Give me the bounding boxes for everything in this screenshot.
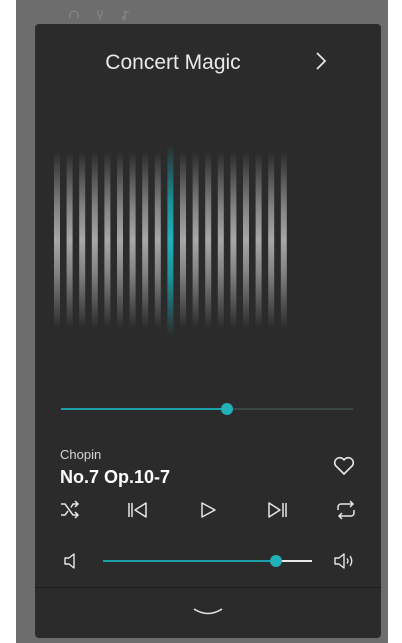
composer-name: Chopin — [60, 447, 102, 462]
visualizer-bar — [104, 152, 111, 328]
playback-progress-slider[interactable] — [61, 401, 353, 417]
chevron-down-icon[interactable] — [191, 604, 225, 622]
volume-high-icon[interactable] — [333, 551, 357, 571]
progress-fill — [61, 408, 228, 410]
visualizer-bar — [54, 152, 60, 328]
visualizer-bar — [91, 152, 98, 328]
shuffle-icon[interactable] — [58, 499, 82, 521]
chevron-right-icon[interactable] — [313, 50, 329, 72]
visualizer-bar — [66, 152, 73, 328]
audio-visualizer — [50, 140, 290, 340]
app-title: Concert Magic — [105, 51, 241, 74]
visualizer-bar — [167, 144, 174, 336]
visualizer-bar — [280, 152, 287, 328]
previous-track-icon[interactable] — [126, 499, 150, 521]
background-icons — [68, 10, 132, 20]
heart-icon[interactable] — [332, 455, 356, 477]
visualizer-bar — [268, 152, 275, 328]
volume-fill — [103, 560, 277, 562]
visualizer-bar — [217, 152, 224, 328]
headphones-icon — [68, 10, 80, 20]
track-title: No.7 Op.10-7 — [60, 467, 171, 487]
tuning-fork-icon — [94, 10, 106, 20]
visualizer-bar — [180, 152, 186, 328]
visualizer-bar — [230, 152, 237, 328]
next-track-icon[interactable] — [265, 499, 289, 521]
footer-divider — [35, 587, 381, 588]
progress-thumb[interactable] — [221, 403, 234, 415]
play-icon[interactable] — [196, 499, 220, 521]
visualizer-bar — [205, 152, 212, 328]
music-note-icon — [120, 10, 132, 20]
volume-slider[interactable] — [103, 553, 312, 569]
visualizer-bar — [142, 152, 149, 328]
visualizer-bar — [255, 152, 262, 328]
volume-thumb[interactable] — [270, 555, 283, 567]
repeat-icon[interactable] — [334, 499, 358, 521]
visualizer-bar — [192, 152, 199, 328]
visualizer-bar — [117, 152, 123, 328]
visualizer-bar — [129, 152, 136, 328]
volume-low-icon[interactable] — [62, 551, 78, 571]
visualizer-bar — [154, 152, 161, 328]
visualizer-bar — [79, 152, 86, 328]
visualizer-bar — [243, 152, 249, 328]
